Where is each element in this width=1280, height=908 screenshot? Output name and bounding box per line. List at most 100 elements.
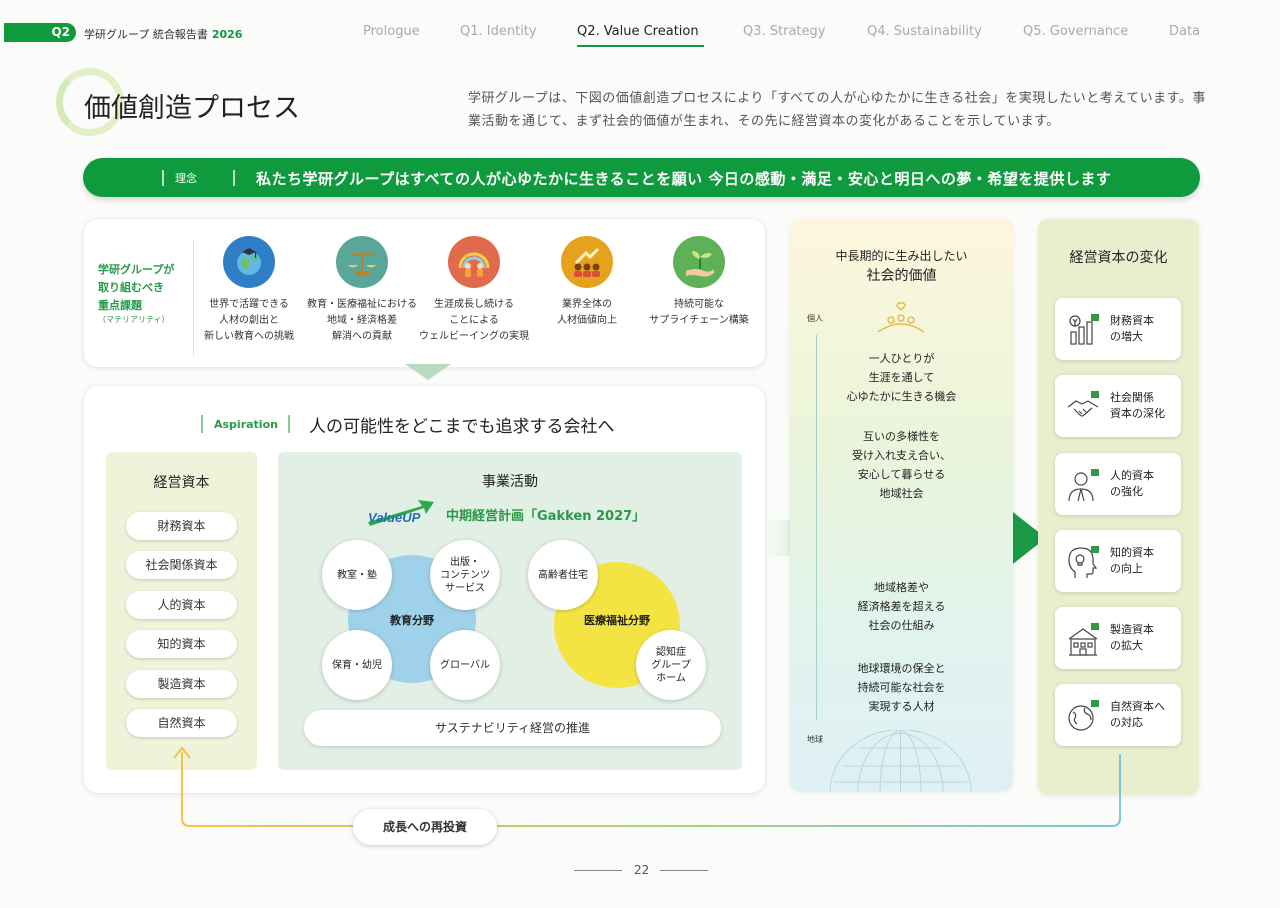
label-line: 製造資本	[1110, 623, 1154, 636]
scales-icon	[336, 236, 388, 288]
capital-change-label: 自然資本へ の対応	[1110, 699, 1165, 731]
bubble-classroom: 教室・塾	[322, 540, 392, 610]
rainbow-family-icon	[448, 236, 500, 288]
capital-change-natural: 自然資本へ の対応	[1055, 684, 1181, 746]
page-number-rule	[660, 870, 708, 871]
label-line: の向上	[1110, 562, 1143, 575]
bubble-text: グローバル	[440, 659, 490, 671]
social-value-block: 地域格差や 経済格差を超える 社会の仕組み	[790, 578, 1013, 635]
bubble-global: グローバル	[430, 630, 500, 700]
bubble-text: 出版・ コンテンツ サービス	[440, 556, 490, 594]
philosophy-divider	[162, 170, 164, 186]
down-arrow-icon	[405, 364, 451, 380]
social-value-line: 実現する人材	[868, 700, 935, 713]
label-line: 財務資本	[1110, 314, 1154, 327]
capital-change-title: 経営資本の変化	[1069, 250, 1168, 266]
capital-item-intellectual: 知的資本	[126, 630, 237, 658]
social-value-line: 地球環境の保全と	[857, 662, 946, 675]
capital-item-natural: 自然資本	[126, 709, 237, 737]
aspiration-label: Aspiration	[214, 418, 278, 431]
capital-item-manufactured: 製造資本	[126, 670, 237, 698]
materiality-heading-line: 学研グループが	[98, 263, 175, 276]
bubble-childcare: 保育・幼児	[322, 630, 392, 700]
page-number: 22	[634, 863, 650, 877]
person-icon	[1068, 469, 1099, 502]
page-number-rule	[574, 870, 622, 871]
materiality-heading: 学研グループが 取り組むべき 重点課題	[98, 261, 174, 315]
earth-leaf-icon	[1068, 700, 1099, 731]
materiality-item-label: 持続可能な サプライチェーン構築	[631, 297, 767, 329]
bubble-text: 認知症 グループ ホーム	[651, 646, 691, 684]
medical-label: 医療福祉分野	[584, 614, 650, 627]
nav-q1-identity[interactable]: Q1. Identity	[460, 24, 537, 39]
capital-change-financial: 財務資本 の増大	[1055, 298, 1181, 360]
nav-q2-value-creation[interactable]: Q2. Value Creation	[577, 24, 699, 39]
capital-change-intellectual: 知的資本 の向上	[1055, 530, 1181, 592]
label-line: の強化	[1110, 485, 1143, 498]
label-line: ウェルビーイングの実現	[419, 331, 529, 342]
bubble-publishing: 出版・ コンテンツ サービス	[430, 540, 500, 610]
social-value-line: 安心して暮らせる	[857, 468, 946, 481]
capital-item-social: 社会関係資本	[126, 551, 237, 579]
bubble-text: 保育・幼児	[332, 659, 382, 671]
nav-data[interactable]: Data	[1169, 24, 1200, 39]
social-value-line: 持続可能な社会を	[857, 681, 946, 694]
materiality-item-supply-chain: 持続可能な サプライチェーン構築	[631, 236, 767, 329]
materiality-heading-line: 取り組むべき	[98, 281, 164, 294]
social-value-line: 一人ひとりが	[868, 352, 935, 365]
label-line: の対応	[1110, 716, 1143, 729]
aspiration-divider	[288, 415, 290, 433]
nav-prologue[interactable]: Prologue	[363, 24, 420, 39]
social-value-block: 互いの多様性を 受け入れ支え合い、 安心して暮らせる 地域社会	[790, 427, 1013, 503]
logo-text: ValueUP	[368, 510, 421, 525]
section-badge: Q2	[4, 23, 76, 42]
report-year: 2026	[211, 28, 243, 41]
social-value-title-line: 社会的価値	[866, 268, 937, 284]
label-line: 知的資本	[1110, 546, 1154, 559]
capital-change-label: 人的資本 の強化	[1110, 468, 1154, 500]
capital-change-human: 人的資本 の強化	[1055, 453, 1181, 515]
nav-q5-governance[interactable]: Q5. Governance	[1023, 24, 1128, 39]
head-bulb-icon	[1068, 546, 1099, 578]
bubble-senior-housing: 高齢者住宅	[528, 540, 598, 610]
bubble-dementia-home: 認知症 グループ ホーム	[636, 630, 706, 700]
building-icon	[1068, 623, 1099, 656]
label-line: サプライチェーン構築	[649, 315, 749, 326]
nav-q3-strategy[interactable]: Q3. Strategy	[743, 24, 825, 39]
reinvest-loop-line	[173, 746, 1121, 827]
social-value-line: 地域社会	[879, 487, 924, 500]
capital-change-label: 社会関係 資本の深化	[1110, 390, 1165, 422]
brand-text: 学研グループ 統合報告書	[84, 28, 208, 41]
social-value-line: 経済格差を超える	[857, 600, 946, 613]
aspiration-text: 人の可能性をどこまでも追求する会社へ	[309, 417, 615, 437]
reinvest-pill: 成長への再投資	[353, 809, 497, 845]
nav-q4-sustainability[interactable]: Q4. Sustainability	[867, 24, 982, 39]
bubble-text: 高齢者住宅	[538, 569, 588, 581]
axis-top-label: 個人	[807, 314, 823, 323]
label-line: の増大	[1110, 330, 1143, 343]
capital-change-social: 社会関係 資本の深化	[1055, 375, 1181, 437]
sprout-hand-icon	[673, 236, 725, 288]
philosophy-text: 私たち学研グループはすべての人が心ゆたかに生きることを願い 今日の感動・満足・安…	[256, 170, 1112, 188]
aspiration-divider	[201, 415, 203, 433]
social-value-line: 受け入れ支え合い、	[852, 449, 951, 462]
capital-item-human: 人的資本	[126, 591, 237, 619]
label-line: 持続可能な	[674, 299, 724, 310]
social-value-line: 地域格差や	[874, 581, 929, 594]
label-line: の拡大	[1110, 639, 1143, 652]
report-brand: 学研グループ 統合報告書 2026	[84, 26, 242, 42]
social-value-title: 中長期的に生み出したい 社会的価値	[790, 246, 1013, 286]
capital-item-financial: 財務資本	[126, 512, 237, 540]
community-icon	[877, 302, 925, 333]
bubble-text: 教室・塾	[337, 569, 377, 581]
label-line: 社会関係	[1110, 391, 1154, 404]
philosophy-divider	[233, 170, 235, 186]
handshake-icon	[1067, 391, 1099, 417]
capital-change-label: 知的資本 の向上	[1110, 545, 1154, 577]
social-value-line: 心ゆたかに生きる機会	[846, 390, 957, 403]
materiality-heading-line: 重点課題	[98, 299, 142, 312]
capital-change-label: 財務資本 の増大	[1110, 313, 1154, 345]
education-label: 教育分野	[390, 614, 434, 627]
intro-text: 学研グループは、下図の価値創造プロセスにより「すべての人が心ゆたかに生きる社会」…	[468, 91, 1206, 129]
business-title: 事業活動	[482, 474, 538, 490]
